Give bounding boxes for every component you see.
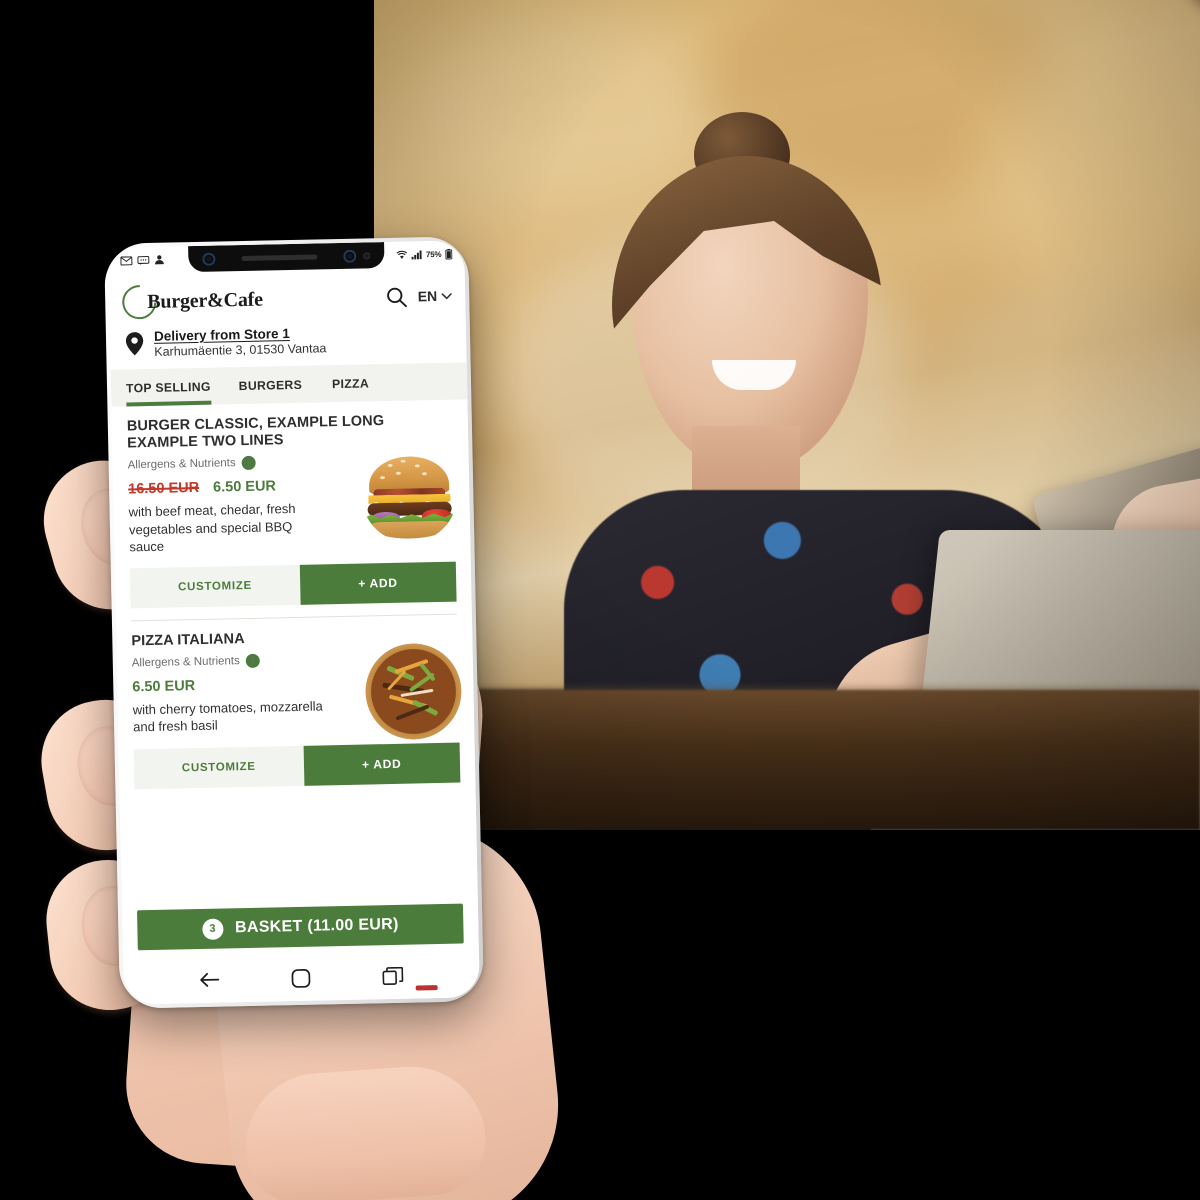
item-description: with beef meat, chedar, fresh vegetables… <box>128 501 296 555</box>
item-description: with cherry tomatoes, mozzarella and fre… <box>132 698 323 735</box>
basket-count-badge: 3 <box>201 918 224 940</box>
burger-photo <box>360 445 459 544</box>
chevron-down-icon <box>441 292 452 299</box>
tab-pizza[interactable]: PIZZA <box>332 364 385 402</box>
tab-top-selling[interactable]: TOP SELLING <box>111 367 239 407</box>
screenshot-root: 75% Burger&Cafe EN Delivery from Store 1… <box>0 0 1200 1200</box>
price-discounted: 6.50 EUR <box>132 678 196 696</box>
signal-icon <box>411 250 422 259</box>
phone-notch <box>188 242 385 273</box>
recent-apps-icon[interactable] <box>382 966 404 986</box>
message-icon <box>137 255 150 265</box>
menu-item-list: BURGER CLASSIC, EXAMPLE LONG EXAMPLE TWO… <box>111 399 478 905</box>
allergens-label: Allergens & Nutrients <box>131 655 240 670</box>
item-actions: CUSTOMIZE + ADD <box>129 561 457 609</box>
language-label: EN <box>417 287 438 305</box>
front-camera-secondary-icon <box>343 249 357 263</box>
contact-icon <box>154 255 164 265</box>
menu-item: PIZZA ITALIANA Allergens & Nutrients i 6… <box>116 614 475 790</box>
map-pin-icon <box>125 331 145 356</box>
basket-label: BASKET (11.00 EUR) <box>234 915 399 937</box>
add-button[interactable]: + ADD <box>299 561 457 605</box>
earpiece-speaker <box>241 253 318 261</box>
info-icon[interactable]: i <box>241 455 256 471</box>
delivery-address: Karhumäentie 3, 01530 Vantaa <box>154 341 327 359</box>
battery-icon <box>445 248 453 260</box>
front-camera-icon <box>202 252 216 266</box>
basket-bar-wrapper: 3 BASKET (11.00 EUR) <box>121 897 479 959</box>
tab-burgers[interactable]: BURGERS <box>238 365 332 404</box>
status-bar-right: 75% <box>396 248 453 260</box>
brand-name: Burger&Cafe <box>147 288 263 313</box>
app-header: Burger&Cafe EN <box>108 266 466 328</box>
customize-button[interactable]: CUSTOMIZE <box>129 564 301 609</box>
home-square-icon[interactable] <box>291 968 311 988</box>
item-actions: CUSTOMIZE + ADD <box>133 742 461 790</box>
info-icon[interactable]: i <box>245 653 260 669</box>
back-arrow-icon[interactable] <box>199 972 220 988</box>
allergens-label: Allergens & Nutrients <box>127 457 236 472</box>
menu-item: BURGER CLASSIC, EXAMPLE LONG EXAMPLE TWO… <box>111 399 471 622</box>
language-selector[interactable]: EN <box>417 287 453 305</box>
brand-logo[interactable]: Burger&Cafe <box>115 278 263 327</box>
phone-screen: 75% Burger&Cafe EN Delivery from Store 1… <box>108 240 480 1005</box>
search-icon[interactable] <box>386 286 407 307</box>
android-navigation-bar <box>123 951 480 1005</box>
add-button[interactable]: + ADD <box>303 742 461 786</box>
phone-bottom-accent <box>415 985 438 991</box>
price-original: 16.50 EUR <box>128 480 200 498</box>
basket-button[interactable]: 3 BASKET (11.00 EUR) <box>136 903 464 951</box>
battery-percent-label: 75% <box>425 249 442 259</box>
status-bar-left <box>120 255 164 266</box>
price-discounted: 6.50 EUR <box>212 478 277 496</box>
wifi-icon <box>396 250 407 259</box>
pizza-photo <box>364 642 463 741</box>
customize-button[interactable]: CUSTOMIZE <box>133 745 304 790</box>
delivery-store-row[interactable]: Delivery from Store 1 Karhumäentie 3, 01… <box>109 320 467 370</box>
envelope-icon <box>120 255 133 266</box>
phone-mockup: 75% Burger&Cafe EN Delivery from Store 1… <box>104 236 484 1009</box>
proximity-sensor-icon <box>363 251 371 259</box>
header-actions: EN <box>386 285 453 307</box>
